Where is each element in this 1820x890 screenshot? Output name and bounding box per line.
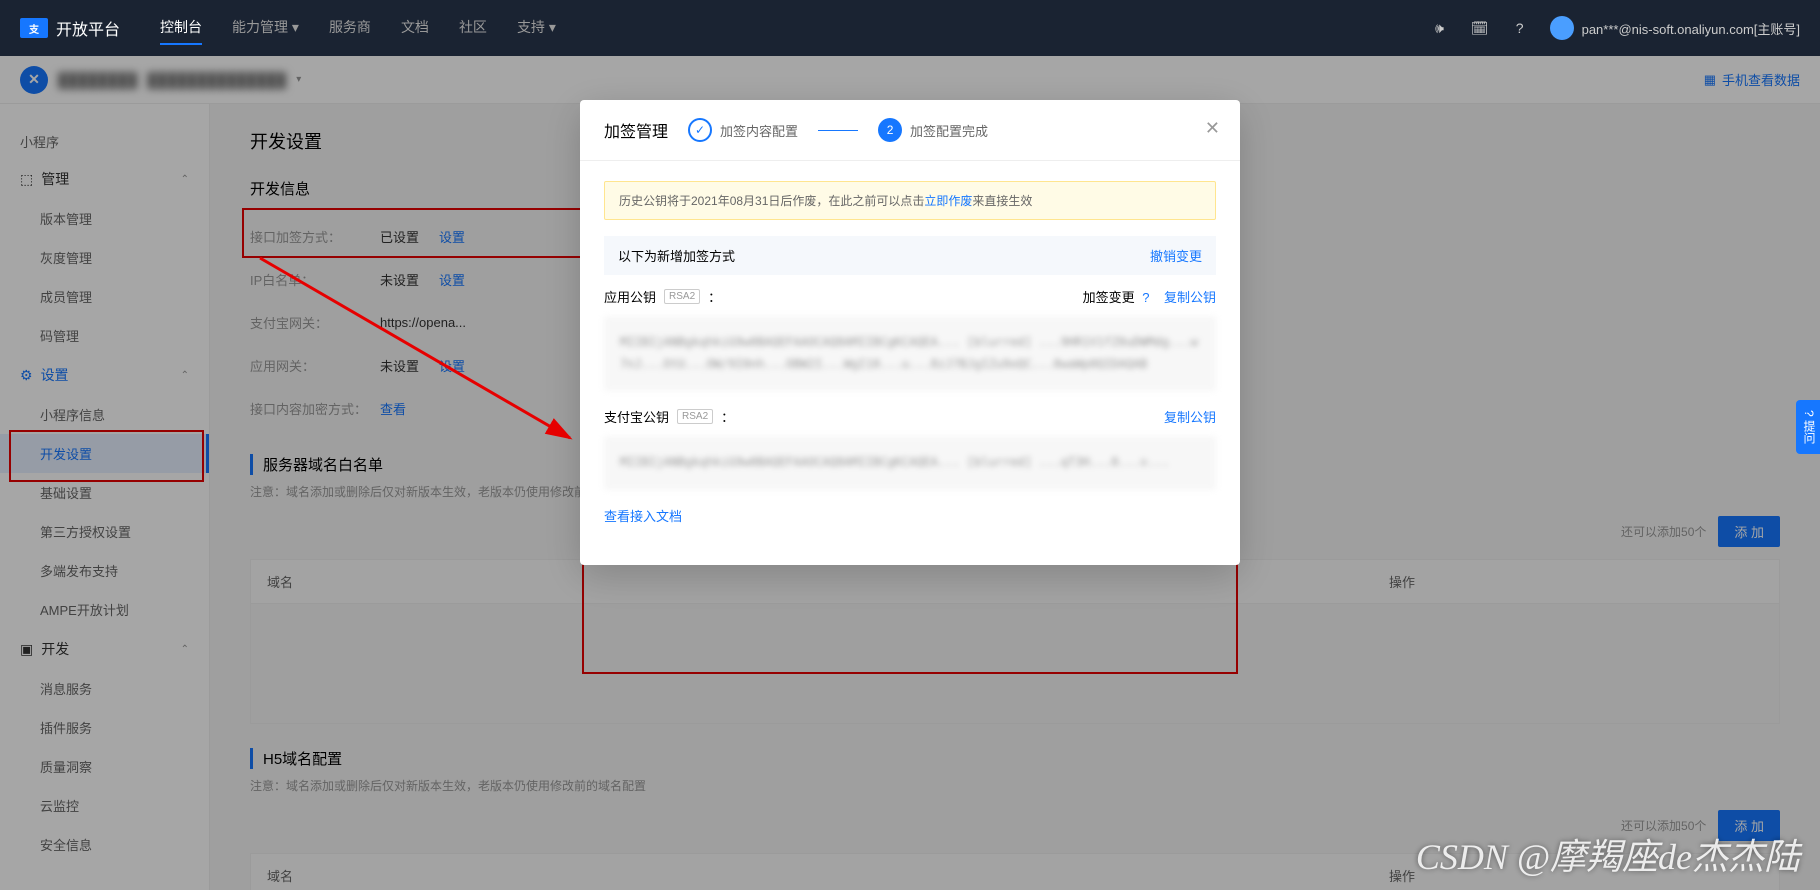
rsa2-tag: RSA2 [677, 409, 713, 424]
top-nav: 控制台 能力管理 ▾ 服务商 文档 社区 支持 ▾ [160, 11, 556, 45]
modal-body: 历史公钥将于2021年08月31日后作废，在此之前可以点击立即作废来直接生效 以… [580, 161, 1240, 545]
platform-name: 开放平台 [56, 16, 120, 40]
copy-alipay-key-link[interactable]: 复制公钥 [1164, 407, 1216, 426]
app-key-text: MIIBIjANBgkqhkiG9w0BAQEFAAOCAQ8AMIIBCgKC… [604, 316, 1216, 391]
nav-ability[interactable]: 能力管理 ▾ [232, 11, 299, 45]
nav-community[interactable]: 社区 [459, 11, 487, 45]
rsa2-tag: RSA2 [664, 289, 700, 304]
nav-isv[interactable]: 服务商 [329, 11, 371, 45]
nav-console[interactable]: 控制台 [160, 11, 202, 45]
notice-banner: 历史公钥将于2021年08月31日后作废，在此之前可以点击立即作废来直接生效 [604, 181, 1216, 220]
view-doc-link[interactable]: 查看接入文档 [604, 509, 682, 524]
nav-support[interactable]: 支持 ▾ [517, 11, 556, 45]
message-icon[interactable]: 🗓 [1470, 18, 1490, 38]
help-icon[interactable]: ? [1510, 18, 1530, 38]
header-right: 🕪 🗓 ? pan***@nis-soft.onaliyun.com[主账号] [1430, 16, 1800, 40]
check-icon: ✓ [688, 118, 712, 142]
top-header: 支 开放平台 控制台 能力管理 ▾ 服务商 文档 社区 支持 ▾ 🕪 🗓 ? p… [0, 0, 1820, 56]
app-key-label: 应用公钥 [604, 287, 656, 306]
close-icon[interactable]: ✕ [1205, 118, 1220, 139]
feedback-tab[interactable]: ? 提问 [1796, 400, 1820, 454]
alipay-key-label: 支付宝公钥 [604, 407, 669, 426]
step-1: ✓ 加签内容配置 [688, 118, 798, 142]
sign-change-text: 加签变更 [1083, 290, 1135, 305]
copy-app-key-link[interactable]: 复制公钥 [1164, 290, 1216, 305]
alipay-key-text: MIIBIjANBgkqhkiG9w0BAQEFAAOCAQ8AMIIBCgKC… [604, 436, 1216, 490]
sign-manage-modal: 加签管理 ✓ 加签内容配置 2 加签配置完成 ✕ 历史公钥将于2021年08月3… [580, 100, 1240, 565]
alipay-key-row: 支付宝公钥 RSA2 ： 复制公钥 [604, 407, 1216, 426]
sub-bar: 以下为新增加签方式 撤销变更 [604, 236, 1216, 275]
revoke-change-link[interactable]: 撤销变更 [1150, 246, 1202, 265]
modal-header: 加签管理 ✓ 加签内容配置 2 加签配置完成 ✕ [580, 100, 1240, 161]
step-2: 2 加签配置完成 [878, 118, 988, 142]
avatar-icon [1550, 16, 1574, 40]
step-number-icon: 2 [878, 118, 902, 142]
modal-title: 加签管理 [604, 118, 668, 142]
invalidate-link[interactable]: 立即作废 [924, 194, 972, 208]
step-connector [818, 130, 858, 131]
nav-docs[interactable]: 文档 [401, 11, 429, 45]
watermark: CSDN @摩羯座de杰杰陆 [1416, 828, 1800, 880]
user-menu[interactable]: pan***@nis-soft.onaliyun.com[主账号] [1550, 16, 1800, 40]
sound-icon[interactable]: 🕪 [1430, 18, 1450, 38]
logo[interactable]: 支 开放平台 [20, 16, 120, 40]
alipay-logo-icon: 支 [20, 18, 48, 38]
user-label: pan***@nis-soft.onaliyun.com[主账号] [1582, 19, 1800, 38]
app-key-row: 应用公钥 RSA2 ： 加签变更 ? 复制公钥 [604, 287, 1216, 306]
